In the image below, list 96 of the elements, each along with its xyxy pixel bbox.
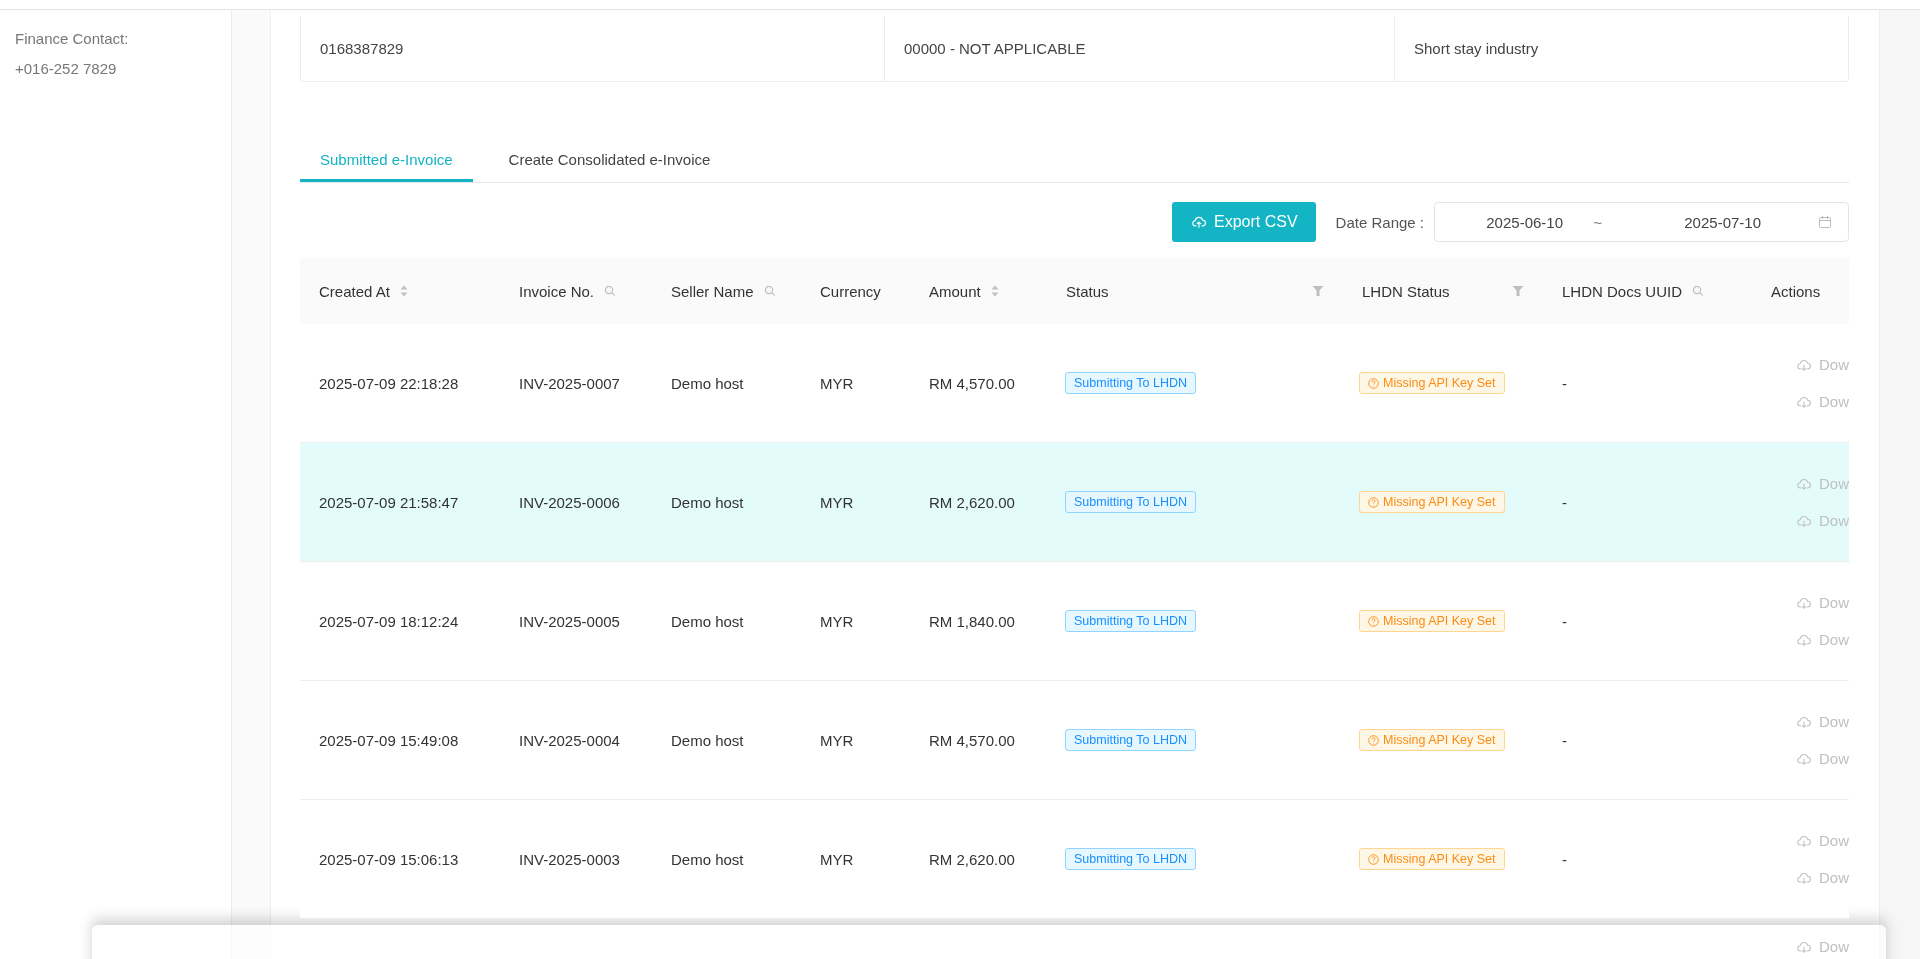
question-icon — [1368, 734, 1379, 746]
download-link[interactable]: Dow — [1797, 869, 1849, 886]
currency-cell: MYR — [820, 731, 854, 749]
status-tag: Submitting To LHDN — [1065, 372, 1196, 394]
download-link[interactable]: Dow — [1797, 594, 1849, 611]
question-icon — [1368, 496, 1379, 508]
invoice-number-cell: INV-2025-0006 — [519, 493, 620, 511]
cloud-download-icon — [1797, 833, 1811, 848]
download-link[interactable]: Dow — [1797, 475, 1849, 492]
info-value: Short stay industry — [1414, 40, 1539, 57]
download-link[interactable]: Dow — [1797, 750, 1849, 767]
amount-cell: RM 4,570.00 — [929, 731, 1015, 749]
export-csv-button[interactable]: Export CSV — [1172, 202, 1316, 242]
status-tag: Submitting To LHDN — [1065, 729, 1196, 751]
uuid-cell: - — [1562, 493, 1567, 511]
status-tag: Submitting To LHDN — [1065, 610, 1196, 632]
column-header: LHDN Status — [1362, 282, 1450, 300]
date-range-label: Date Range : — [1335, 213, 1424, 231]
amount-cell: RM 2,620.00 — [929, 493, 1015, 511]
seller-name-cell: Demo host — [671, 374, 744, 392]
status-tag: Submitting To LHDN — [1065, 848, 1196, 870]
info-value: 0168387829 — [320, 40, 404, 57]
sort-icon[interactable] — [399, 285, 408, 297]
currency-cell: MYR — [820, 850, 854, 868]
tab[interactable]: Submitted e-Invoice — [300, 142, 473, 182]
finance-contact-phone: +016-252 7829 — [15, 59, 118, 79]
currency-cell: MYR — [820, 374, 854, 392]
column-header: Actions — [1771, 282, 1821, 300]
amount-cell: RM 1,840.00 — [929, 612, 1015, 630]
cloud-download-icon — [1797, 513, 1811, 528]
lhdn-status-tag: Missing API Key Set — [1359, 848, 1505, 870]
download-link[interactable]: Dow — [1797, 938, 1849, 955]
column-header: LHDN Docs UUID — [1562, 282, 1682, 300]
invoice-number-cell: INV-2025-0004 — [519, 731, 620, 749]
download-link[interactable]: Dow — [1797, 631, 1849, 648]
search-icon[interactable] — [1692, 285, 1704, 297]
cloud-download-icon — [1797, 870, 1811, 885]
uuid-cell: - — [1562, 850, 1567, 868]
tab[interactable]: Create Consolidated e-Invoice — [508, 142, 711, 182]
filter-icon[interactable] — [1512, 285, 1524, 297]
date-range-field[interactable]: 2025-06-10 ~ 2025-07-10 — [1434, 202, 1849, 242]
cloud-download-icon — [1797, 751, 1811, 766]
download-link[interactable]: Dow — [1797, 512, 1849, 529]
created-at-cell: 2025-07-09 18:12:24 — [319, 612, 459, 630]
currency-cell: MYR — [820, 612, 854, 630]
uuid-cell: - — [1562, 731, 1567, 749]
cloud-download-icon — [1797, 476, 1811, 491]
cloud-download-icon — [1797, 939, 1811, 954]
finance-contact-label: Finance Contact: — [15, 29, 130, 49]
cloud-download-icon — [1797, 595, 1811, 610]
seller-name-cell: Demo host — [671, 493, 744, 511]
column-header: Currency — [820, 282, 881, 300]
cloud-upload-icon — [1192, 215, 1206, 229]
lhdn-status-tag: Missing API Key Set — [1359, 729, 1505, 751]
search-icon[interactable] — [763, 285, 776, 297]
seller-name-cell: Demo host — [671, 612, 744, 630]
question-icon — [1368, 615, 1379, 627]
created-at-cell: 2025-07-09 22:18:28 — [319, 374, 459, 392]
invoice-number-cell: INV-2025-0007 — [519, 374, 620, 392]
created-at-cell: 2025-07-09 21:58:47 — [319, 493, 459, 511]
download-link[interactable]: Dow — [1797, 832, 1849, 849]
column-header: Created At — [319, 282, 390, 300]
question-icon — [1368, 377, 1379, 389]
column-header: Amount — [929, 282, 981, 300]
lhdn-status-tag: Missing API Key Set — [1359, 372, 1505, 394]
download-link[interactable]: Dow — [1797, 713, 1849, 730]
info-value: 00000 - NOT APPLICABLE — [904, 40, 1086, 57]
question-icon — [1368, 853, 1379, 865]
cloud-download-icon — [1797, 632, 1811, 647]
lhdn-status-tag: Missing API Key Set — [1359, 610, 1505, 632]
status-tag: Submitting To LHDN — [1065, 491, 1196, 513]
filter-icon[interactable] — [1312, 285, 1324, 297]
created-at-cell: 2025-07-09 15:06:13 — [319, 850, 459, 868]
search-icon[interactable] — [604, 285, 617, 297]
cloud-download-icon — [1797, 357, 1811, 372]
uuid-cell: - — [1562, 612, 1567, 630]
amount-cell: RM 2,620.00 — [929, 850, 1015, 868]
currency-cell: MYR — [820, 493, 854, 511]
download-link[interactable]: Dow — [1797, 356, 1849, 373]
cloud-download-icon — [1797, 714, 1811, 729]
column-header: Invoice No. — [519, 282, 595, 300]
invoice-number-cell: INV-2025-0003 — [519, 850, 620, 868]
invoice-number-cell: INV-2025-0005 — [519, 612, 620, 630]
calendar-icon[interactable] — [1818, 215, 1832, 229]
lhdn-status-tag: Missing API Key Set — [1359, 491, 1505, 513]
column-header: Status — [1066, 282, 1109, 300]
uuid-cell: - — [1562, 374, 1567, 392]
created-at-cell: 2025-07-09 15:49:08 — [319, 731, 459, 749]
seller-name-cell: Demo host — [671, 731, 744, 749]
download-link[interactable]: Dow — [1797, 393, 1849, 410]
amount-cell: RM 4,570.00 — [929, 374, 1015, 392]
seller-name-cell: Demo host — [671, 850, 744, 868]
sort-icon[interactable] — [990, 285, 999, 297]
cloud-download-icon — [1797, 394, 1811, 409]
column-header: Seller Name — [671, 282, 754, 300]
table-row[interactable]: 2025-07-09 21:58:47 INV-2025-0006 Demo host MYR RM 2,620.00 Submitting To LHDN Missing API Key Set - Dow Dow — [300, 443, 1849, 562]
